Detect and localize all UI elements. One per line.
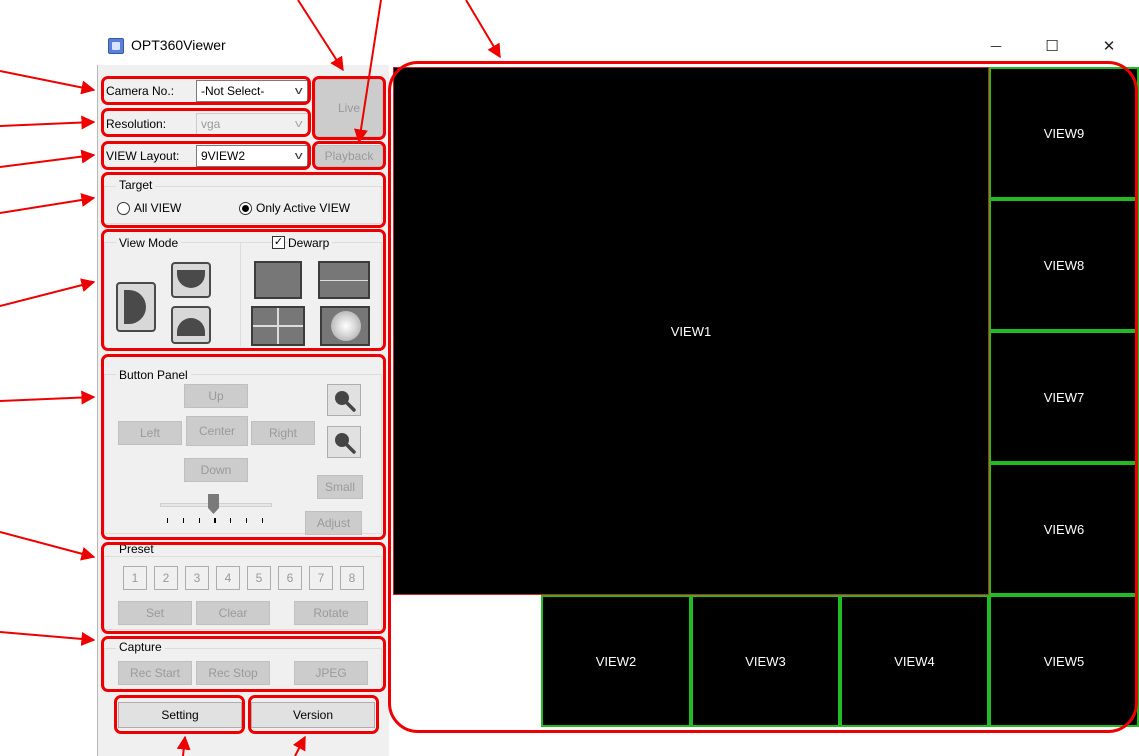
arrow-resolution (0, 115, 96, 130)
arrow-capture (0, 631, 96, 646)
arrow-preset (0, 531, 96, 561)
annotation-arrows (0, 0, 501, 756)
arrow-playback (354, 0, 382, 144)
arrow-version (292, 735, 306, 756)
arrow-target (0, 193, 96, 214)
arrow-live (297, 0, 344, 72)
arrow-button-panel (0, 390, 96, 405)
arrow-view-mode (0, 278, 96, 307)
arrow-camera (0, 70, 96, 95)
arrow-layout (0, 149, 96, 168)
arrow-views (465, 0, 501, 59)
arrow-setting (176, 735, 191, 756)
